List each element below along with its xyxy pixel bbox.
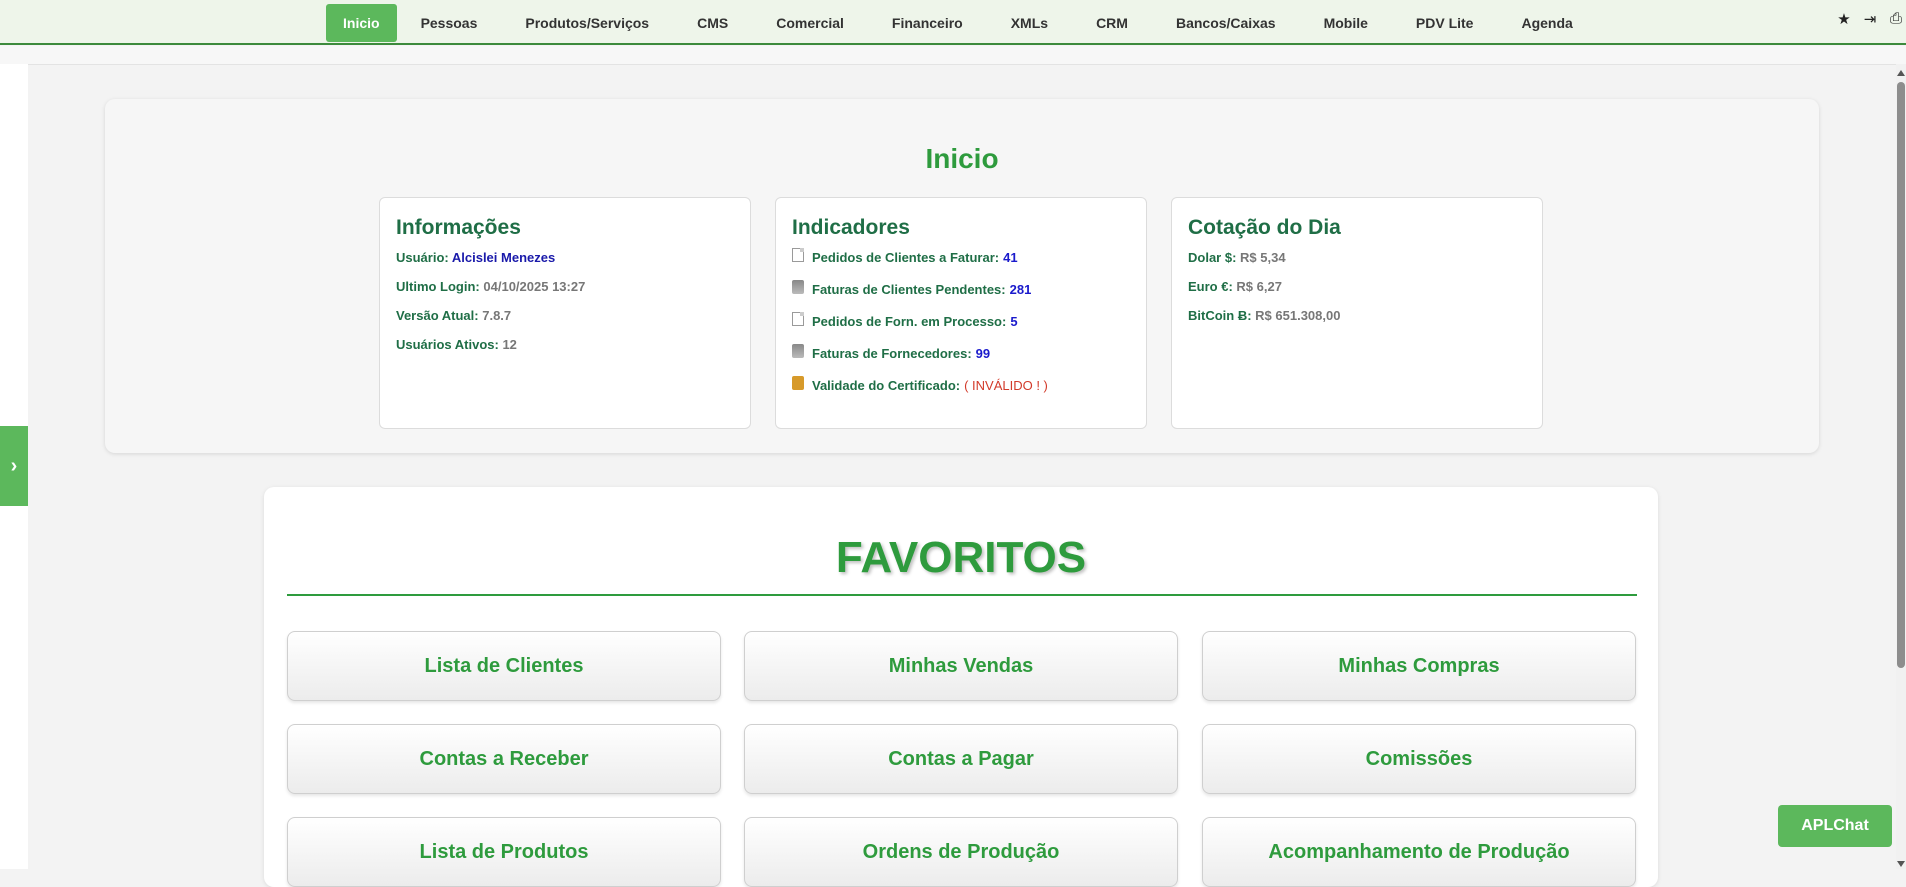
indicador-label: Pedidos de Clientes a Faturar:: [812, 250, 1000, 265]
indicadores-card-title: Indicadores: [792, 216, 910, 239]
document-icon: [792, 312, 804, 326]
cotacao-card: Cotação do Dia Dolar $: R$ 5,34 Euro €: …: [1171, 197, 1543, 429]
info-usuarios-ativos: Usuários Ativos: 12: [396, 337, 734, 352]
euro-value: R$ 6,27: [1236, 279, 1282, 294]
print-icon[interactable]: ⎙: [1888, 10, 1904, 28]
top-navigation: Inicio Pessoas Produtos/Serviços CMS Com…: [0, 0, 1906, 45]
sub-bar: [0, 46, 1906, 65]
nav-item-inicio[interactable]: Inicio: [326, 4, 397, 42]
ativos-value: 12: [502, 337, 517, 352]
chevron-right-icon: ›: [10, 454, 18, 477]
nav-item-xmls[interactable]: XMLs: [987, 4, 1072, 42]
indicador-pedidos-fornecedor[interactable]: Pedidos de Forn. em Processo: 5: [792, 312, 1130, 330]
scrollbar-thumb[interactable]: [1897, 82, 1905, 668]
cotacao-card-title: Cotação do Dia: [1188, 216, 1341, 239]
nav-item-pdv-lite[interactable]: PDV Lite: [1392, 4, 1498, 42]
bitcoin-value: R$ 651.308,00: [1255, 308, 1341, 323]
nav-item-crm[interactable]: CRM: [1072, 4, 1152, 42]
favoritos-divider: [287, 594, 1637, 596]
login-value: 04/10/2025 13:27: [483, 279, 586, 294]
nav-item-comercial[interactable]: Comercial: [752, 4, 868, 42]
versao-value: 7.8.7: [482, 308, 512, 323]
scroll-down-icon[interactable]: [1897, 861, 1905, 867]
lock-icon: [792, 376, 804, 390]
usuario-value: Alcislei Menezes: [451, 250, 556, 265]
indicador-label: Validade do Certificado:: [812, 378, 961, 393]
nav-item-bancos-caixas[interactable]: Bancos/Caixas: [1152, 4, 1300, 42]
euro-label: Euro €:: [1188, 279, 1233, 294]
nav-tools: ★ ⇥ ⎙: [1836, 10, 1904, 28]
nav-item-cms[interactable]: CMS: [673, 4, 752, 42]
database-icon: [792, 344, 804, 358]
info-ultimo-login: Ultimo Login: 04/10/2025 13:27: [396, 279, 734, 294]
scroll-up-icon[interactable]: [1897, 70, 1905, 76]
favoritos-panel: FAVORITOS Lista de Clientes Minhas Venda…: [264, 487, 1658, 887]
dolar-value: R$ 5,34: [1240, 250, 1286, 265]
aplchat-button[interactable]: APLChat: [1778, 805, 1892, 847]
info-card-title: Informações: [396, 216, 521, 239]
inicio-panel: Inicio Informações Usuário: Alcislei Men…: [105, 99, 1819, 453]
indicador-value: 5: [1010, 314, 1018, 329]
database-icon: [792, 280, 804, 294]
info-usuario: Usuário: Alcislei Menezes: [396, 250, 734, 265]
usuario-label: Usuário:: [396, 250, 449, 265]
versao-label: Versão Atual:: [396, 308, 479, 323]
info-versao: Versão Atual: 7.8.7: [396, 308, 734, 323]
indicador-faturas-fornecedores[interactable]: Faturas de Fornecedores: 99: [792, 344, 1130, 362]
indicador-label: Pedidos de Forn. em Processo:: [812, 314, 1007, 329]
fav-lista-produtos-button[interactable]: Lista de Produtos: [287, 817, 721, 887]
fav-comissoes-button[interactable]: Comissões: [1202, 724, 1636, 794]
fav-minhas-vendas-button[interactable]: Minhas Vendas: [744, 631, 1178, 701]
indicador-label: Faturas de Clientes Pendentes:: [812, 282, 1006, 297]
cotacao-dolar: Dolar $: R$ 5,34: [1188, 250, 1526, 265]
sidebar-toggle-button[interactable]: ›: [0, 426, 28, 506]
info-card: Informações Usuário: Alcislei Menezes Ul…: [379, 197, 751, 429]
main-menu: Inicio Pessoas Produtos/Serviços CMS Com…: [326, 4, 1597, 42]
document-icon: [792, 248, 804, 262]
dolar-label: Dolar $:: [1188, 250, 1237, 265]
indicador-faturas-pendentes[interactable]: Faturas de Clientes Pendentes: 281: [792, 280, 1130, 298]
fav-contas-receber-button[interactable]: Contas a Receber: [287, 724, 721, 794]
fav-contas-pagar-button[interactable]: Contas a Pagar: [744, 724, 1178, 794]
indicador-value: 99: [975, 346, 991, 361]
star-icon[interactable]: ★: [1836, 10, 1852, 28]
logout-icon[interactable]: ⇥: [1862, 10, 1878, 28]
nav-item-mobile[interactable]: Mobile: [1300, 4, 1392, 42]
indicador-validade-certificado[interactable]: Validade do Certificado: ( INVÁLIDO ! ): [792, 376, 1130, 394]
favoritos-title: FAVORITOS: [835, 533, 1087, 582]
cotacao-bitcoin: BitCoin Ƀ: R$ 651.308,00: [1188, 308, 1526, 323]
nav-item-financeiro[interactable]: Financeiro: [868, 4, 987, 42]
nav-item-agenda[interactable]: Agenda: [1497, 4, 1596, 42]
indicador-label: Faturas de Fornecedores:: [812, 346, 972, 361]
certificado-status: ( INVÁLIDO ! ): [964, 378, 1048, 393]
indicador-value: 281: [1009, 282, 1032, 297]
fav-acompanhamento-producao-button[interactable]: Acompanhamento de Produção: [1202, 817, 1636, 887]
indicadores-card: Indicadores Pedidos de Clientes a Fatura…: [775, 197, 1147, 429]
nav-item-produtos-servicos[interactable]: Produtos/Serviços: [501, 4, 673, 42]
cotacao-euro: Euro €: R$ 6,27: [1188, 279, 1526, 294]
ativos-label: Usuários Ativos:: [396, 337, 499, 352]
login-label: Ultimo Login:: [396, 279, 480, 294]
fav-lista-clientes-button[interactable]: Lista de Clientes: [287, 631, 721, 701]
fav-ordens-producao-button[interactable]: Ordens de Produção: [744, 817, 1178, 887]
page-title: Inicio: [925, 143, 999, 174]
nav-item-pessoas[interactable]: Pessoas: [397, 4, 502, 42]
indicador-pedidos-faturar[interactable]: Pedidos de Clientes a Faturar: 41: [792, 248, 1130, 266]
bitcoin-label: BitCoin Ƀ:: [1188, 308, 1252, 323]
indicador-value: 41: [1003, 250, 1018, 265]
fav-minhas-compras-button[interactable]: Minhas Compras: [1202, 631, 1636, 701]
